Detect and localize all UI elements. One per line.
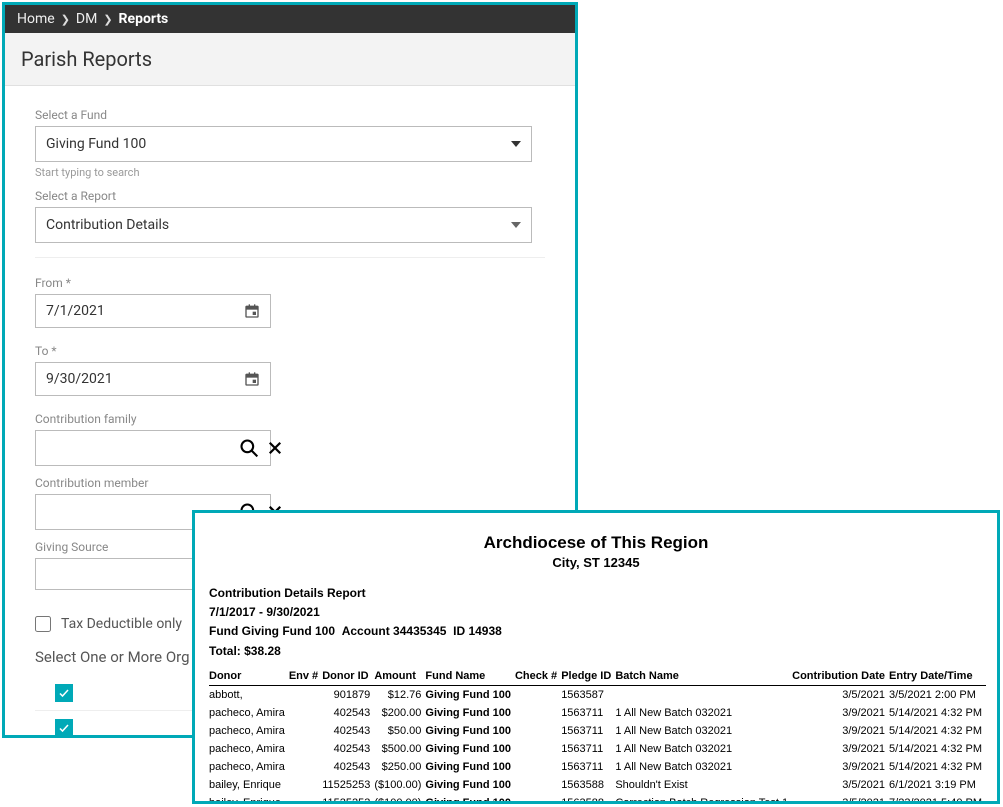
clear-icon[interactable] — [263, 436, 287, 460]
col-pledge: Pledge ID — [561, 667, 615, 686]
col-donor: Donor — [209, 667, 289, 686]
breadcrumb-dm[interactable]: DM — [76, 11, 97, 27]
to-label: To * — [35, 344, 545, 358]
report-select-value: Contribution Details — [46, 217, 169, 233]
org-checkbox-checked[interactable] — [55, 719, 73, 737]
breadcrumb-home[interactable]: Home — [17, 11, 55, 27]
report-subtitle: City, ST 12345 — [209, 555, 983, 570]
calendar-icon[interactable] — [244, 371, 260, 387]
col-cdate: Contribution Date — [792, 667, 889, 686]
table-header-row: Donor Env # Donor ID Amount Fund Name Ch… — [209, 667, 986, 686]
calendar-icon[interactable] — [244, 303, 260, 319]
col-edate: Entry Date/Time — [889, 667, 986, 686]
report-daterange: 7/1/2017 - 9/30/2021 — [209, 603, 983, 622]
table-row: pacheco, Amira402543$250.00Giving Fund 1… — [209, 758, 986, 776]
report-heading: Contribution Details Report — [209, 584, 983, 603]
table-row: abbott,901879$12.76Giving Fund 100156358… — [209, 685, 986, 704]
to-date-input[interactable]: 9/30/2021 — [35, 362, 271, 396]
search-icon[interactable] — [237, 436, 261, 460]
tax-deductible-checkbox[interactable] — [35, 616, 51, 632]
chevron-right-icon: ❯ — [61, 13, 70, 26]
member-label: Contribution member — [35, 476, 545, 490]
col-amount: Amount — [374, 667, 425, 686]
fund-select-value: Giving Fund 100 — [46, 136, 146, 152]
tax-deductible-label: Tax Deductible only — [61, 616, 182, 632]
report-total: Total: $38.28 — [209, 642, 983, 661]
family-input[interactable] — [36, 432, 237, 464]
page-title: Parish Reports — [5, 33, 575, 86]
breadcrumb-reports[interactable]: Reports — [119, 11, 169, 27]
report-title: Archdiocese of This Region — [209, 533, 983, 553]
table-row: pacheco, Amira402543$500.00Giving Fund 1… — [209, 740, 986, 758]
table-row: pacheco, Amira402543$200.00Giving Fund 1… — [209, 704, 986, 722]
org-checkbox-checked[interactable] — [55, 684, 73, 702]
chevron-right-icon: ❯ — [103, 13, 112, 26]
divider — [35, 257, 545, 258]
fund-hint: Start typing to search — [35, 166, 545, 179]
col-donorid: Donor ID — [322, 667, 374, 686]
contribution-report-panel: Archdiocese of This Region City, ST 1234… — [192, 510, 1000, 804]
fund-select[interactable]: Giving Fund 100 — [35, 126, 532, 162]
report-fund-line: Fund Giving Fund 100 Account 34435345 ID… — [209, 622, 983, 641]
family-lookup[interactable] — [35, 430, 271, 466]
fund-label: Select a Fund — [35, 108, 545, 122]
from-label: From * — [35, 276, 545, 290]
col-batch: Batch Name — [615, 667, 792, 686]
col-fund: Fund Name — [425, 667, 515, 686]
family-label: Contribution family — [35, 412, 545, 426]
col-env: Env # — [289, 667, 322, 686]
report-label: Select a Report — [35, 189, 545, 203]
caret-down-icon — [511, 141, 521, 147]
caret-down-icon — [511, 222, 521, 228]
table-row: bailey, Enrique11525253($100.00)Giving F… — [209, 776, 986, 794]
to-date-value: 9/30/2021 — [46, 371, 113, 387]
from-date-value: 7/1/2021 — [46, 303, 105, 319]
table-row: bailey, Enrique11525253($100.00)Giving F… — [209, 794, 986, 804]
source-input[interactable] — [35, 558, 195, 590]
from-date-input[interactable]: 7/1/2021 — [35, 294, 271, 328]
breadcrumb: Home ❯ DM ❯ Reports — [5, 5, 575, 33]
col-check: Check # — [515, 667, 561, 686]
report-table: Donor Env # Donor ID Amount Fund Name Ch… — [209, 667, 986, 804]
report-select[interactable]: Contribution Details — [35, 207, 532, 243]
table-row: pacheco, Amira402543$50.00Giving Fund 10… — [209, 722, 986, 740]
